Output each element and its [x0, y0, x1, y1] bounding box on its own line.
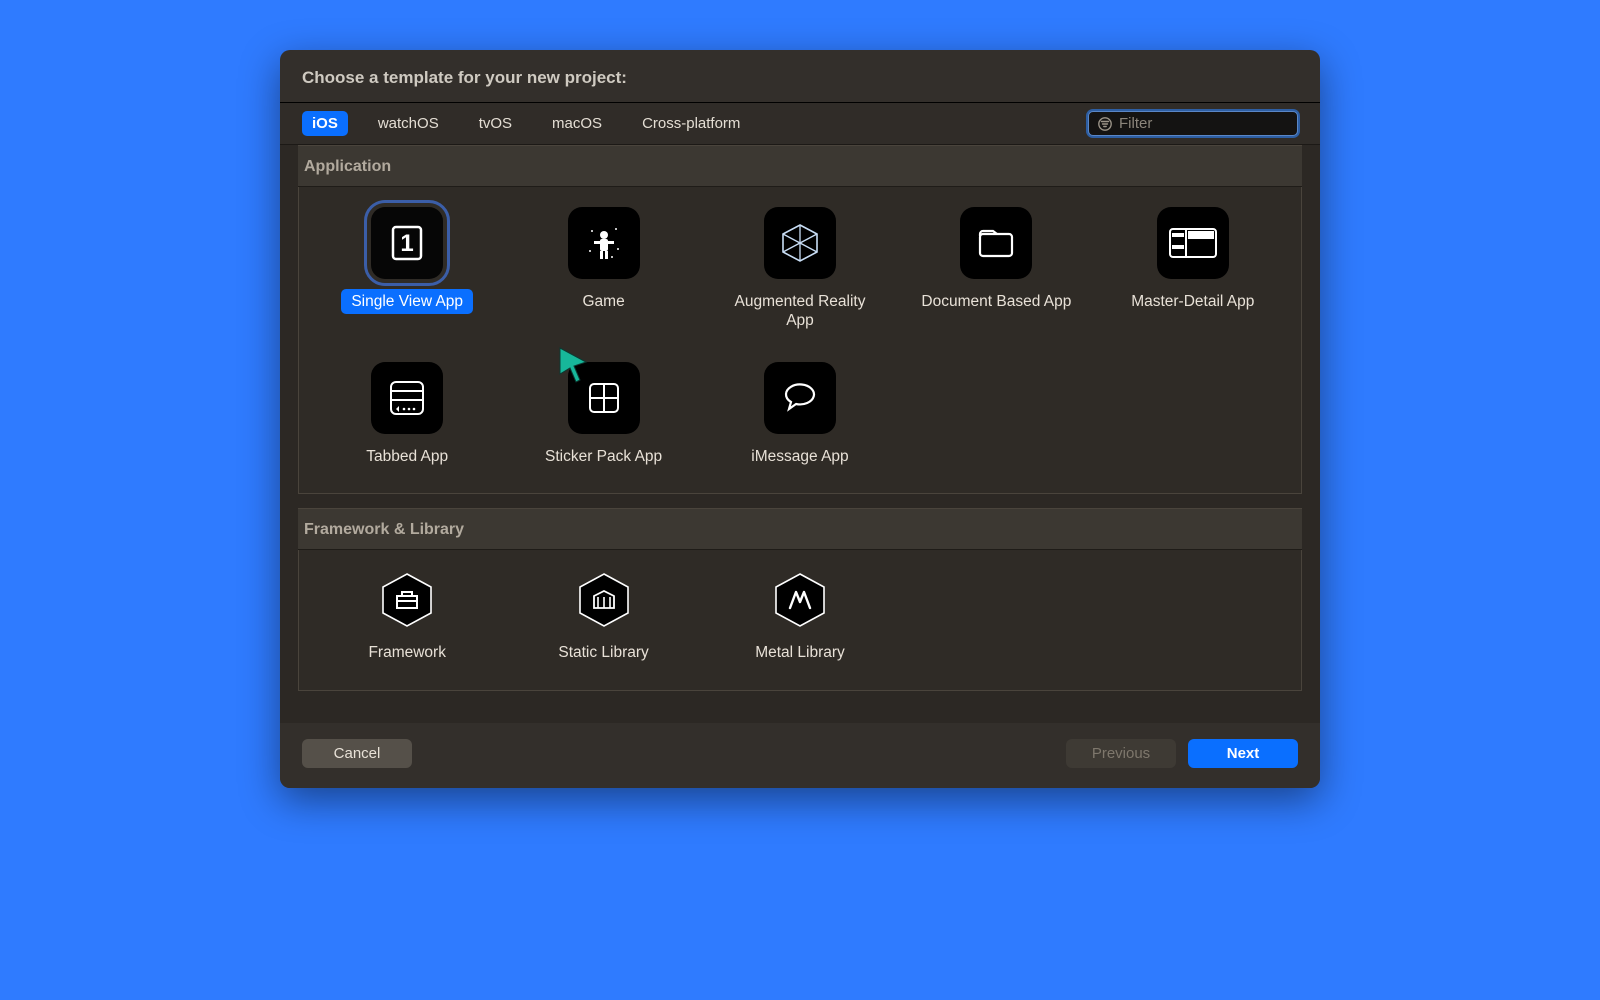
section-header-application: Application [298, 145, 1302, 187]
tab-watchos[interactable]: watchOS [368, 111, 449, 136]
template-label: Sticker Pack App [535, 444, 672, 469]
section-header-framework: Framework & Library [298, 508, 1302, 550]
template-static-library[interactable]: Static Library [505, 570, 701, 665]
framework-grid: Framework Static Library [298, 550, 1302, 690]
template-label: iMessage App [741, 444, 858, 469]
imessage-icon [764, 362, 836, 434]
tab-ios[interactable]: iOS [302, 111, 348, 136]
sticker-icon [568, 362, 640, 434]
document-icon [960, 207, 1032, 279]
metal-lib-icon [770, 570, 830, 630]
tabbed-icon [371, 362, 443, 434]
master-detail-icon [1157, 207, 1229, 279]
tab-tvos[interactable]: tvOS [469, 111, 522, 136]
single-view-icon: 1 [371, 207, 443, 279]
template-game[interactable]: Game [505, 207, 701, 334]
filter-icon [1097, 116, 1113, 132]
filter-input[interactable] [1119, 115, 1289, 132]
template-label: Master-Detail App [1121, 289, 1264, 314]
dialog-footer: Cancel Previous Next [280, 723, 1320, 788]
dialog-title: Choose a template for your new project: [280, 50, 1320, 103]
template-label: Static Library [548, 640, 658, 665]
template-label: Framework [358, 640, 456, 665]
framework-icon [377, 570, 437, 630]
cancel-button[interactable]: Cancel [302, 739, 412, 768]
tab-cross-platform[interactable]: Cross-platform [632, 111, 750, 136]
template-augmented-reality-app[interactable]: Augmented Reality App [702, 207, 898, 334]
new-project-template-dialog: Choose a template for your new project: … [280, 50, 1320, 788]
ar-icon [764, 207, 836, 279]
static-lib-icon [574, 570, 634, 630]
template-sticker-pack-app[interactable]: Sticker Pack App [505, 362, 701, 469]
previous-button: Previous [1066, 739, 1176, 768]
template-tabbed-app[interactable]: Tabbed App [309, 362, 505, 469]
next-button[interactable]: Next [1188, 739, 1298, 768]
template-framework[interactable]: Framework [309, 570, 505, 665]
template-label: Augmented Reality App [715, 289, 885, 334]
platform-tabbar: iOS watchOS tvOS macOS Cross-platform [280, 103, 1320, 145]
template-master-detail-app[interactable]: Master-Detail App [1095, 207, 1291, 334]
template-label: Metal Library [745, 640, 855, 665]
template-metal-library[interactable]: Metal Library [702, 570, 898, 665]
template-single-view-app[interactable]: 1 Single View App [309, 207, 505, 334]
template-label: Game [572, 289, 634, 314]
template-label: Single View App [341, 289, 473, 314]
template-label: Tabbed App [356, 444, 458, 469]
filter-field[interactable] [1088, 111, 1298, 136]
application-grid: 1 Single View App [298, 187, 1302, 494]
tab-macos[interactable]: macOS [542, 111, 612, 136]
template-imessage-app[interactable]: iMessage App [702, 362, 898, 469]
template-document-based-app[interactable]: Document Based App [898, 207, 1094, 334]
template-label: Document Based App [911, 289, 1081, 314]
game-icon [568, 207, 640, 279]
svg-text:1: 1 [401, 230, 414, 257]
